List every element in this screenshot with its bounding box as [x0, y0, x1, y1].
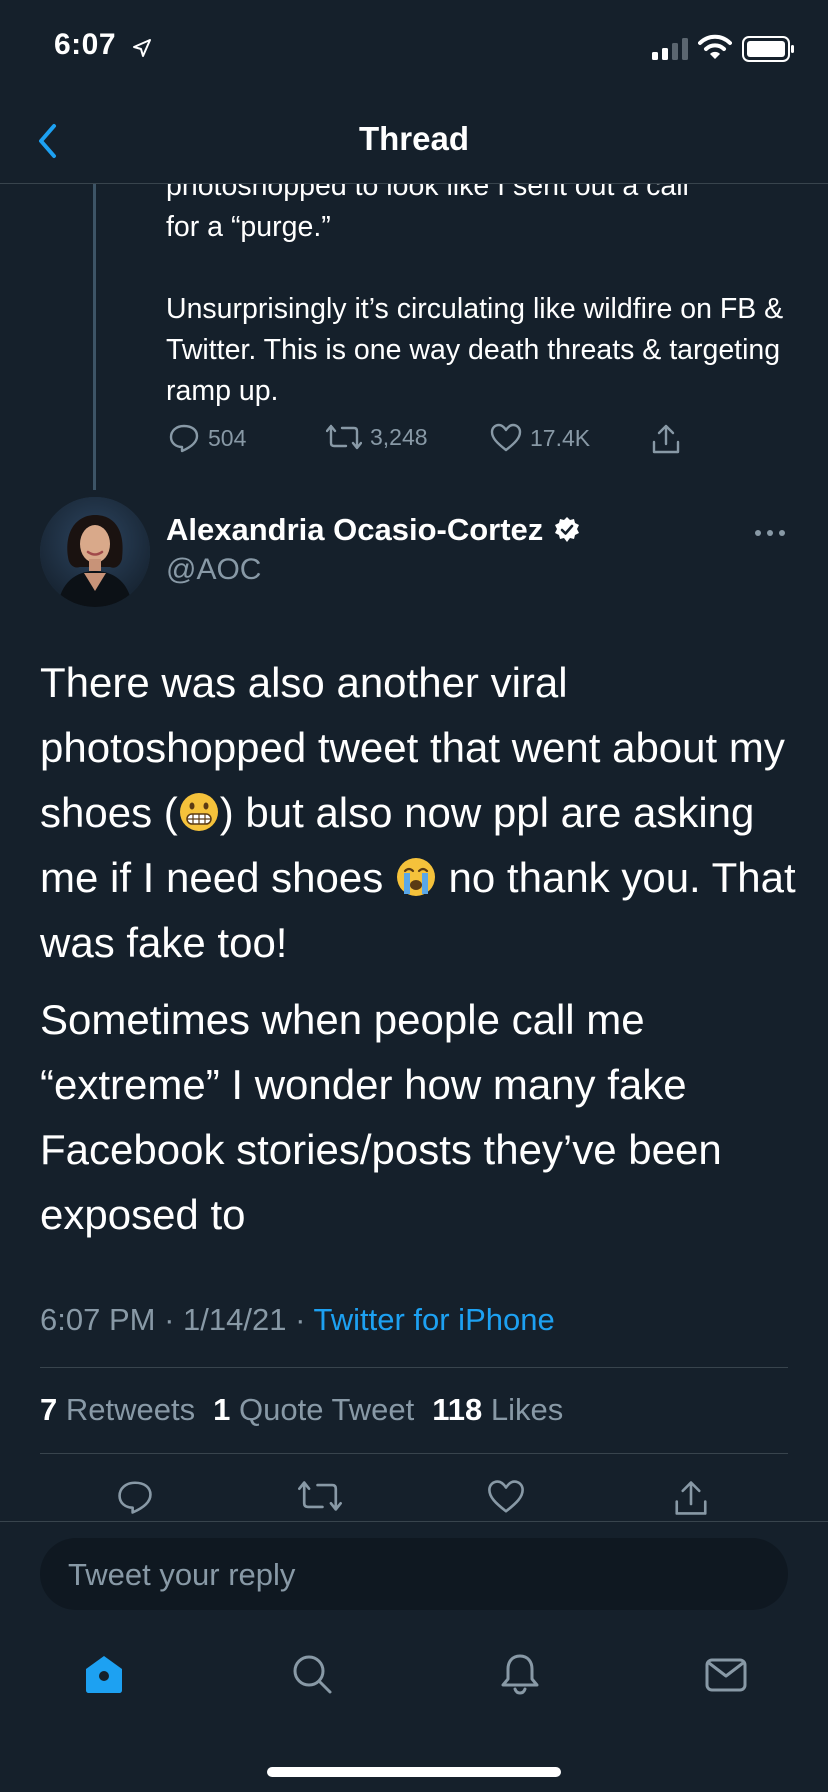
tweet-date: 1/14/21 [183, 1302, 287, 1337]
retweet-icon [326, 423, 362, 451]
reply-bar-divider [0, 1521, 828, 1522]
avatar[interactable] [40, 497, 150, 607]
tab-search[interactable] [290, 1652, 334, 1696]
previous-tweet-paragraph: Unsurprisingly it’s circulating like wil… [166, 293, 784, 407]
previous-share-button[interactable] [650, 423, 682, 455]
tab-notifications[interactable] [498, 1652, 542, 1696]
share-icon [650, 423, 682, 455]
previous-tweet[interactable]: photoshopped to look like I sent out a c… [0, 184, 828, 504]
engagement-counts: 7 Retweets 1 Quote Tweet 118 Likes [40, 1392, 563, 1428]
quote-tweets-count[interactable]: 1 Quote Tweet [213, 1392, 414, 1428]
chevron-left-icon [34, 120, 62, 162]
author-name-row[interactable]: Alexandria Ocasio-Cortez [166, 512, 581, 548]
heart-icon [487, 1479, 525, 1515]
tweet-paragraph-2: Sometimes when people call me “extreme” … [40, 996, 722, 1238]
loudly-crying-face-emoji [395, 856, 437, 898]
home-indicator[interactable] [267, 1767, 561, 1777]
status-time: 6:07 [54, 28, 117, 61]
tab-home[interactable] [82, 1652, 126, 1696]
tweet-time: 6:07 PM [40, 1302, 156, 1337]
tweet-text: There was also another viral photoshoppe… [40, 650, 800, 1259]
retweet-icon [298, 1479, 342, 1513]
notifications-icon [498, 1652, 542, 1696]
grimacing-face-emoji [178, 791, 220, 833]
retweet-count: 3,248 [370, 423, 428, 450]
back-button[interactable] [34, 120, 62, 162]
home-icon [82, 1652, 126, 1696]
battery-icon [742, 36, 796, 62]
share-icon [672, 1479, 710, 1517]
location-arrow-icon [132, 38, 152, 58]
wifi-icon [698, 34, 732, 60]
divider [40, 1453, 788, 1454]
like-button[interactable] [487, 1479, 525, 1515]
tab-messages[interactable] [704, 1652, 748, 1696]
share-button[interactable] [672, 1479, 710, 1517]
reply-input[interactable] [66, 1538, 760, 1612]
previous-like-button[interactable]: 17.4K [490, 423, 590, 453]
reply-button[interactable] [116, 1479, 154, 1515]
previous-tweet-text: photoshopped to look like I sent out a c… [166, 184, 786, 453]
divider [40, 1367, 788, 1368]
cellular-signal-icon [652, 38, 690, 60]
more-horizontal-icon [754, 528, 786, 538]
previous-retweet-button[interactable]: 3,248 [326, 423, 428, 451]
tweet-source-link[interactable]: Twitter for iPhone [313, 1302, 554, 1337]
previous-tweet-cut-line: photoshopped to look like I sent out a c… [166, 184, 689, 202]
author-handle[interactable]: @AOC [166, 553, 261, 587]
page-title: Thread [358, 120, 470, 157]
retweet-button[interactable] [298, 1479, 342, 1513]
comment-icon [116, 1479, 154, 1515]
reply-box[interactable] [40, 1538, 788, 1612]
previous-tweet-line: for a “purge.” [166, 211, 331, 243]
tweet-paragraph-1: There was also another viral photoshoppe… [40, 659, 796, 966]
author-name[interactable]: Alexandria Ocasio-Cortez [166, 512, 543, 548]
heart-icon [490, 423, 522, 453]
comment-icon [168, 423, 200, 453]
reply-count: 504 [208, 424, 247, 451]
tweet-meta: 6:07 PM · 1/14/21 · Twitter for iPhone [40, 1302, 555, 1337]
likes-count[interactable]: 118 Likes [432, 1392, 563, 1428]
search-icon [290, 1652, 334, 1696]
retweets-count[interactable]: 7 Retweets [40, 1392, 195, 1428]
like-count: 17.4K [530, 424, 591, 451]
more-options-button[interactable] [754, 528, 786, 538]
verified-badge-icon [553, 516, 581, 544]
thread-connector-line [93, 184, 96, 490]
previous-reply-button[interactable]: 504 [168, 423, 246, 453]
messages-icon [704, 1652, 748, 1696]
